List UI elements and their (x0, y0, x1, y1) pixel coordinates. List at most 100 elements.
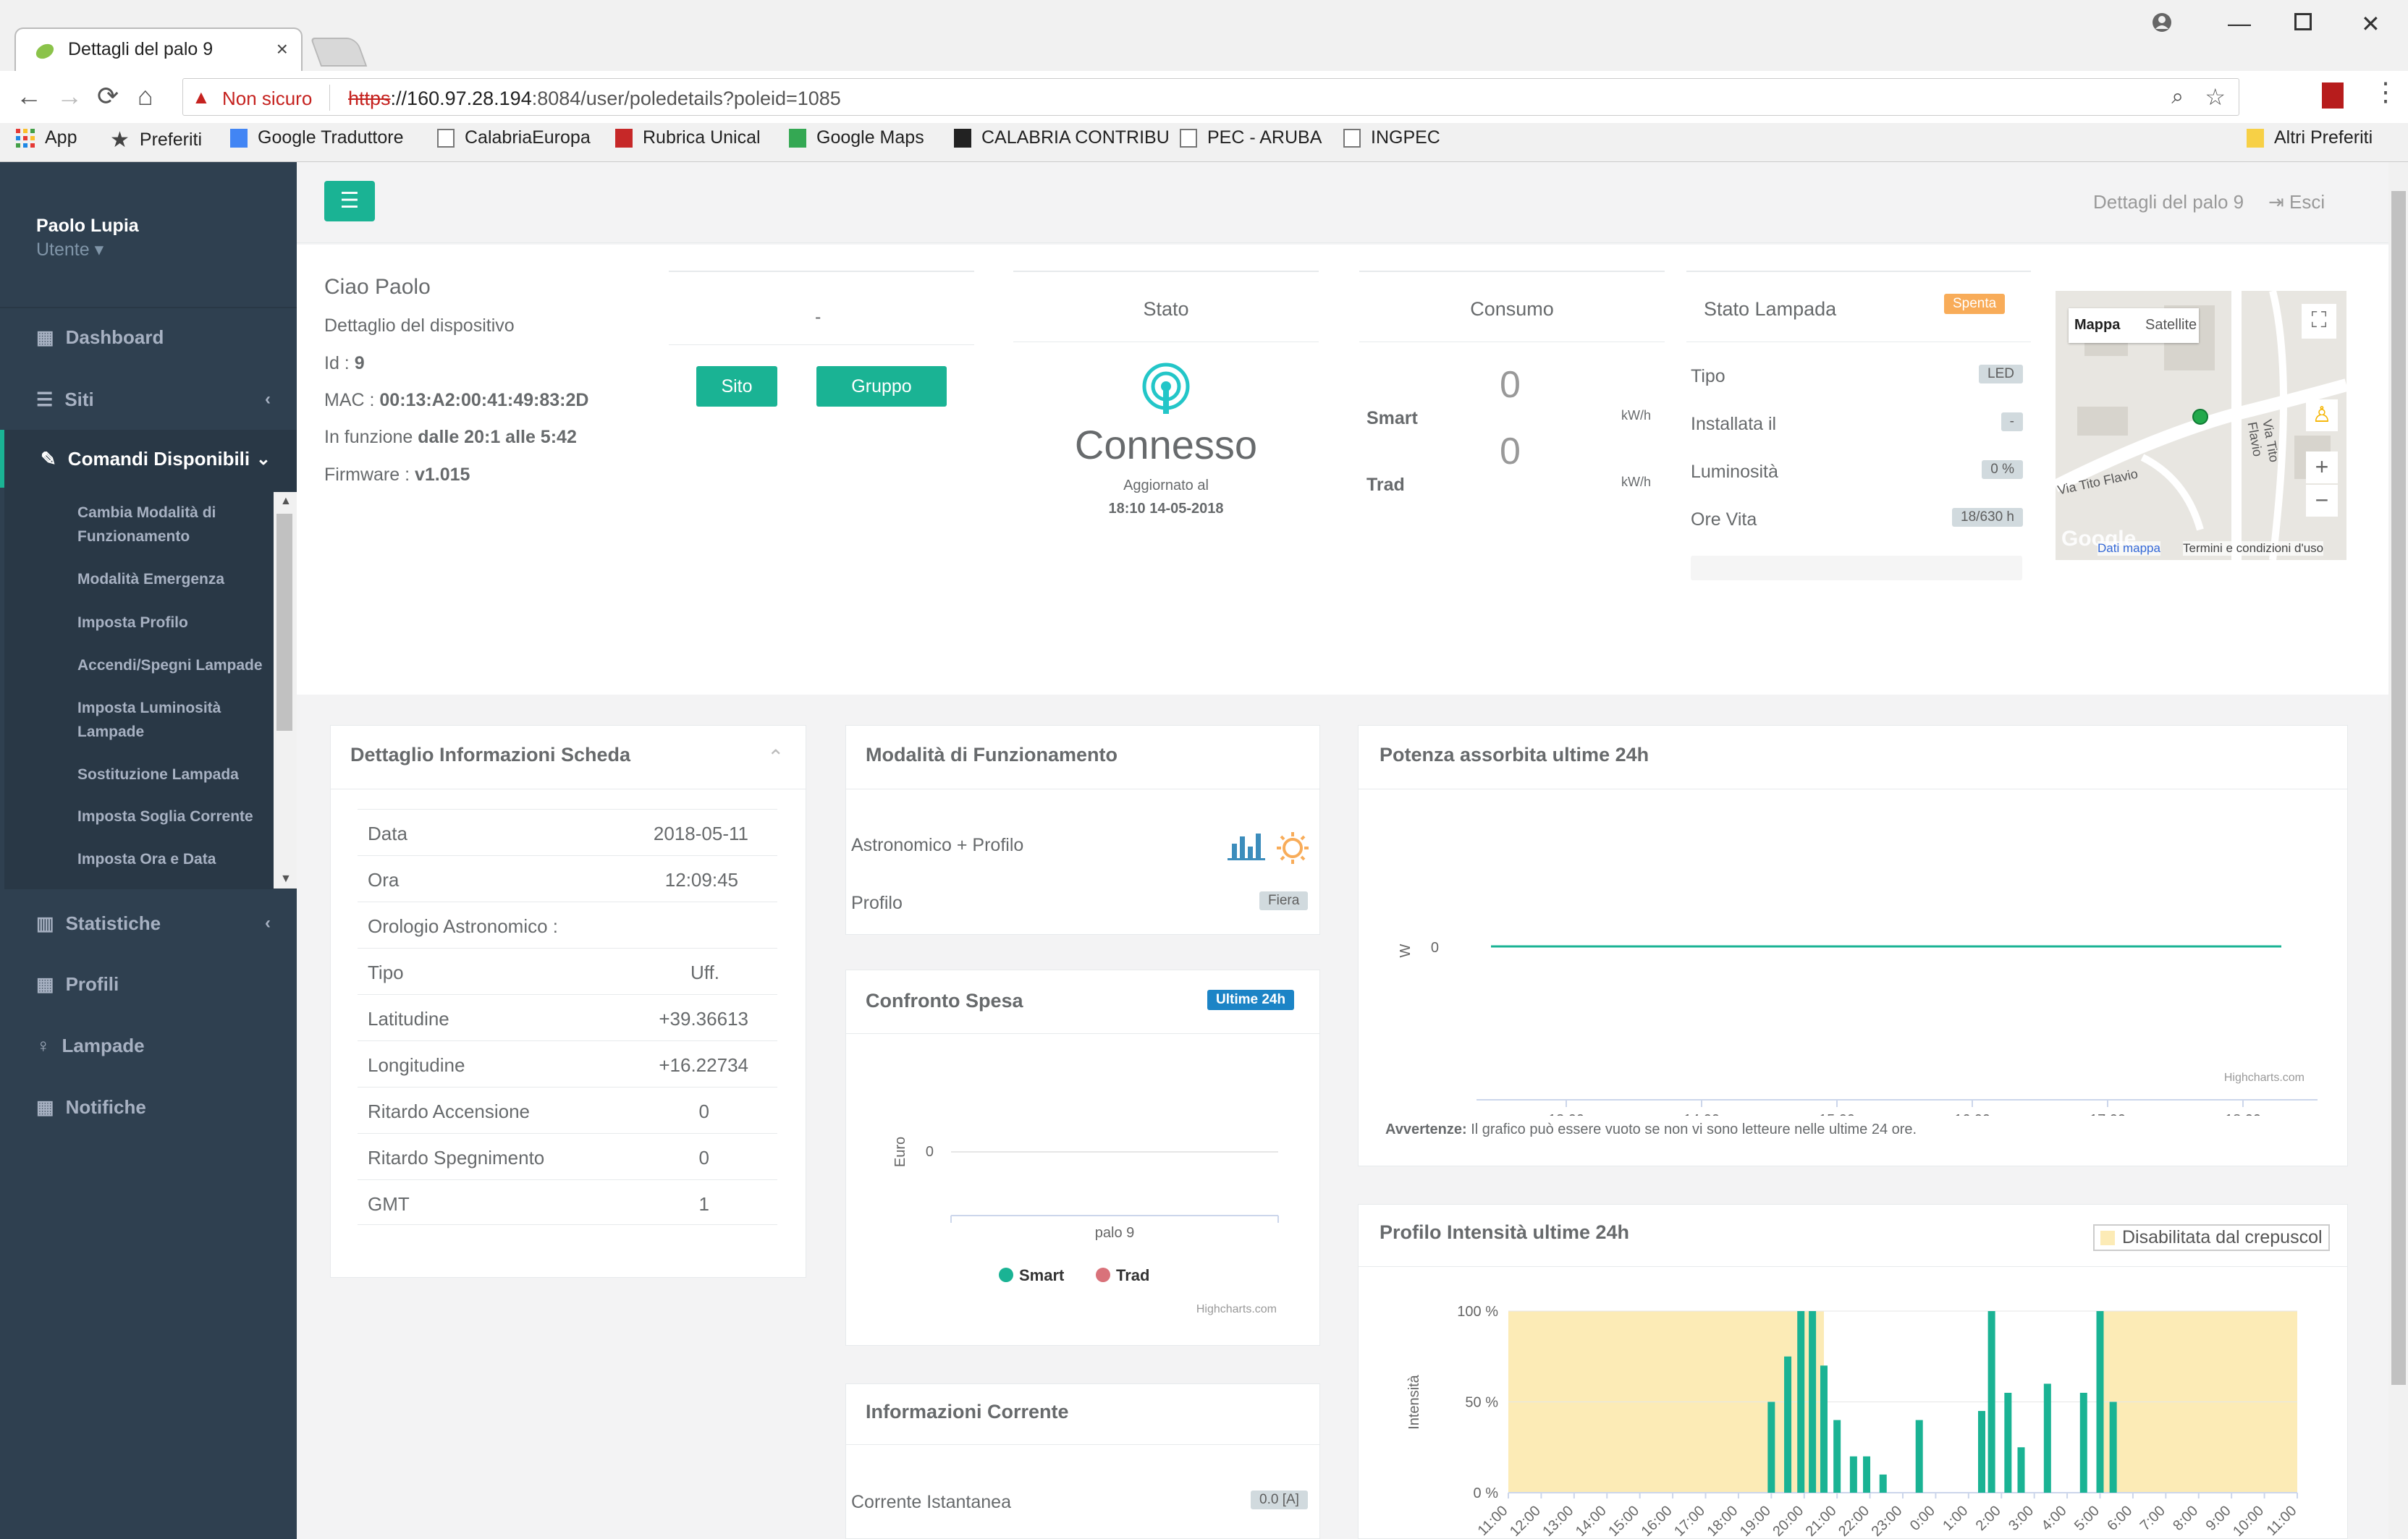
zoom-icon[interactable]: ⌕ (2171, 85, 2184, 109)
x-tick-label: 1:00 (1940, 1503, 1971, 1534)
x-tick-label: 16:00 (1954, 1112, 1990, 1116)
bookmark-calabriaeuropa[interactable]: CalabriaEuropa (437, 127, 591, 148)
browser-tab[interactable]: Dettagli del palo 9 × (14, 27, 303, 71)
reload-icon[interactable]: ⟳ (97, 81, 119, 111)
sidebar-item-statistiche[interactable]: ▥ Statistiche ‹ (0, 893, 297, 954)
collapse-icon[interactable]: ⌃ (767, 745, 784, 769)
submenu-item[interactable]: Imposta Soglia Corrente (77, 805, 253, 828)
bookmark-label: Google Maps (816, 127, 924, 148)
maximize-icon[interactable] (2294, 13, 2312, 30)
maps-icon (789, 128, 806, 148)
submenu-item[interactable]: Sostituzione Lampada (77, 763, 239, 787)
terms-link[interactable]: Termini e condizioni d'uso (2183, 541, 2324, 556)
row-value: 1 (698, 1193, 709, 1215)
bookmark-ingpec[interactable]: INGPEC (1343, 127, 1440, 148)
intensita-chart: 0 %50 %100 %Intensità11:0012:0013:0014:0… (1406, 1304, 2300, 1539)
bookmark-rubrica[interactable]: Rubrica Unical (615, 127, 761, 148)
profile-icon[interactable] (2151, 12, 2173, 33)
user-role: Utente (36, 239, 90, 260)
menu-dots-icon[interactable]: ⋮ (2373, 77, 2399, 107)
modalita-title: Modalità di Funzionamento (866, 744, 1118, 766)
security-label[interactable]: Non sicuro (222, 88, 312, 110)
bookmark-other[interactable]: Altri Preferiti (2247, 127, 2373, 148)
pdf-extension-icon[interactable] (2322, 82, 2344, 109)
lamp-title: Stato Lampada (1704, 298, 1837, 320)
sidebar-item-label: Comandi Disponibili (67, 447, 250, 470)
submenu-item[interactable]: Imposta Luminosità Lampade (77, 696, 244, 744)
close-window-icon[interactable]: ✕ (2361, 10, 2380, 38)
group-button[interactable]: Gruppo (816, 366, 947, 407)
x-tick-label: 23:00 (1869, 1503, 1906, 1539)
bookmark-calabria-contributi[interactable]: CALABRIA CONTRIBU (954, 127, 1170, 148)
divider (358, 1224, 777, 1225)
row-value: 0 (698, 1147, 709, 1169)
intensity-bar (1820, 1365, 1828, 1493)
profile-badge: Fiera (1259, 891, 1309, 910)
x-tick-label: 14:00 (1573, 1503, 1610, 1539)
sidebar-item-dashboard[interactable]: ▦ Dashboard (0, 307, 297, 368)
device-fw-label: Firmware : (324, 465, 415, 485)
x-tick-label: 8:00 (2170, 1503, 2201, 1534)
page-scrollbar[interactable] (2388, 162, 2408, 1539)
page-icon (1180, 128, 1197, 148)
page-icon (437, 128, 455, 148)
intensity-bar (2043, 1383, 2051, 1493)
menu-toggle-button[interactable]: ☰ (324, 181, 375, 221)
street-view-icon[interactable]: ♙ (2306, 399, 2338, 431)
site-button[interactable]: Sito (696, 366, 777, 407)
bookmark-maps[interactable]: Google Maps (789, 127, 924, 148)
fullscreen-icon[interactable]: ⛶ (2302, 304, 2336, 339)
bookmark-pec[interactable]: PEC - ARUBA (1180, 127, 1322, 148)
submenu-item[interactable]: Imposta Ora e Data (77, 847, 216, 871)
map-data-link[interactable]: Dati mappa (2098, 541, 2160, 556)
bookmark-apps[interactable]: App (16, 127, 77, 148)
sidebar-item-notifiche[interactable]: ▦ Notifiche (0, 1077, 297, 1137)
x-tick-label: 2:00 (1973, 1503, 2004, 1534)
sidebar-item-label: Siti (64, 388, 94, 410)
logout-link[interactable]: ⇥ Esci (2268, 191, 2325, 213)
user-role-dropdown[interactable]: Utente ▾ (36, 239, 103, 260)
lamp-field-value: LED (1979, 365, 2023, 383)
back-icon[interactable]: ← (16, 81, 42, 111)
chevron-down-icon: ⌄ (255, 449, 271, 469)
forward-icon[interactable]: → (56, 81, 83, 111)
intensity-bar (1833, 1420, 1841, 1493)
star-icon[interactable]: ☆ (2205, 83, 2226, 111)
bookmark-preferiti[interactable]: ★ Preferiti (110, 127, 202, 153)
scroll-down-icon[interactable]: ▼ (280, 873, 292, 886)
lamp-progress-bar (1691, 556, 2022, 580)
page-scroll-thumb[interactable] (2391, 191, 2406, 1385)
sidebar-item-profili[interactable]: ▦ Profili (0, 954, 297, 1014)
y-tick-label: 100 % (1457, 1304, 1498, 1320)
url-text[interactable]: https://160.97.28.194:8084/user/poledeta… (348, 88, 841, 110)
zoom-in-button[interactable]: + (2306, 451, 2338, 483)
minimize-icon[interactable]: — (2228, 10, 2251, 37)
sidebar-item-siti[interactable]: ☰ Siti ‹ (0, 369, 297, 430)
x-tick-label: 6:00 (2104, 1503, 2135, 1534)
map-tab[interactable]: Mappa (2074, 317, 2120, 334)
intensity-bar (2079, 1392, 2087, 1493)
submenu-item[interactable]: Accendi/Spegni Lampade (77, 653, 263, 677)
corrente-title: Informazioni Corrente (866, 1401, 1069, 1423)
tab-close-icon[interactable]: × (276, 38, 288, 61)
map-widget[interactable]: Mappa Satellite ⛶ ♙ + − Via Tito Flavio … (2056, 291, 2346, 560)
submenu-item[interactable]: Imposta Profilo (77, 611, 188, 635)
omnibox[interactable]: ▲ Non sicuro https://160.97.28.194:8084/… (182, 78, 2239, 116)
user-name[interactable]: Paolo Lupia (36, 216, 139, 237)
sidebar-item-comandi[interactable]: ✎ Comandi Disponibili ⌄ (0, 430, 297, 488)
submenu-item[interactable]: Modalità Emergenza (77, 567, 224, 591)
submenu-scrollbar[interactable]: ▲ ▼ (274, 492, 297, 889)
bookmark-label: CALABRIA CONTRIBU (981, 127, 1170, 148)
intensita-legend[interactable]: Disabilitata dal crepuscol (2093, 1224, 2330, 1251)
zoom-out-button[interactable]: − (2306, 485, 2338, 517)
bookmark-translate[interactable]: Google Traduttore (230, 127, 404, 148)
scroll-up-icon[interactable]: ▲ (280, 495, 292, 508)
satellite-tab[interactable]: Satellite (2145, 317, 2197, 334)
submenu-item[interactable]: Cambia Modalità di Funzionamento (77, 501, 266, 548)
row-key: Ora (368, 869, 400, 891)
translate-icon (230, 128, 248, 148)
sidebar-item-lampade[interactable]: ♀ Lampade (0, 1015, 297, 1076)
scheda-title: Dettaglio Informazioni Scheda (350, 744, 631, 766)
home-icon[interactable]: ⌂ (138, 81, 153, 111)
scroll-thumb[interactable] (276, 514, 292, 731)
